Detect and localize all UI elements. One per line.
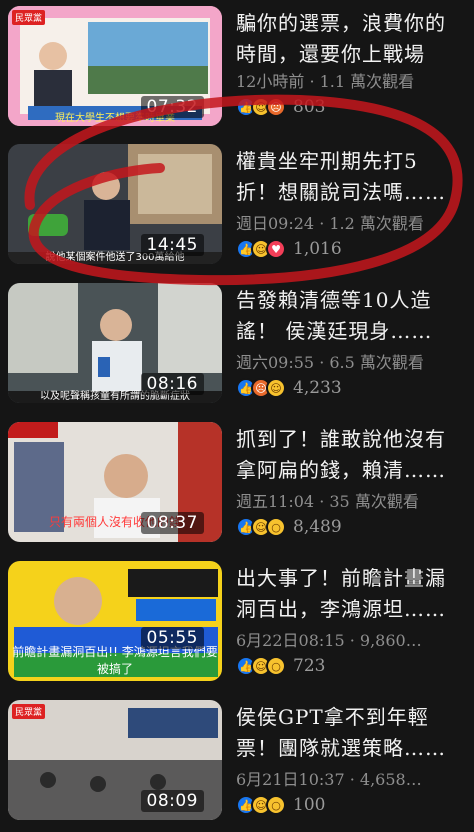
channel-badge: 民眾黨 [12, 704, 46, 719]
video-title[interactable]: 告發賴清德等10人造 謠！ 侯漢廷現身…… [236, 285, 468, 347]
video-meta: 週六09:55 · 6.5 萬次觀看 [236, 353, 424, 372]
video-duration: 07:32 [140, 96, 204, 118]
video-meta: 週五11:04 · 35 萬次觀看 [236, 492, 419, 511]
video-item[interactable]: 只有兩個人沒有收他的錢 08:37 抓到了！誰敢說他沒有 拿阿扁的錢，賴清…… … [0, 416, 474, 554]
video-meta: 6月21日10:37 · 4,658… [236, 770, 422, 789]
reaction-bar[interactable]: 👍 ☺ ○ 8,489 [236, 516, 342, 538]
video-item[interactable]: 民眾黨 現在大學生不想要準時畢業 07:32 騙你的選票，浪費你的 時間，還要你… [0, 0, 474, 138]
video-title[interactable]: 權貴坐牢刑期先打5 折！想關說司法嗎…… [236, 146, 468, 208]
reaction-count: 723 [293, 656, 326, 676]
video-duration: 14:45 [140, 234, 204, 256]
wow-icon: ○ [266, 656, 286, 676]
reaction-count: 1,016 [293, 239, 342, 259]
video-title[interactable]: 抓到了！誰敢說他沒有 拿阿扁的錢，賴清…… [236, 424, 468, 486]
video-thumbnail[interactable]: 以及呢聲稱孩童有所謂的脆斷症狀 08:16 [8, 283, 222, 403]
reaction-bar[interactable]: 👍 ☺ ○ 723 [236, 655, 325, 677]
video-meta: 週日09:24 · 1.2 萬次觀看 [236, 214, 424, 233]
video-thumbnail[interactable]: 前瞻計畫漏洞百出!! 李鴻源坦言我們要被搞了 05:55 [8, 561, 222, 681]
video-title[interactable]: 侯侯GPT拿不到年輕 票！團隊就選策略…… [236, 702, 468, 764]
reaction-count: 100 [293, 795, 326, 815]
video-item[interactable]: 以及呢聲稱孩童有所謂的脆斷症狀 08:16 告發賴清德等10人造 謠！ 侯漢廷現… [0, 277, 474, 415]
reaction-count: 8,489 [293, 517, 342, 537]
video-thumbnail[interactable]: 民眾黨 現在大學生不想要準時畢業 07:32 [8, 6, 222, 126]
love-icon: ♥ [266, 239, 286, 259]
video-title[interactable]: 出大事了！前瞻計畫漏 洞百出，李鴻源坦…… [236, 563, 468, 625]
reaction-count: 803 [293, 97, 326, 117]
haha-icon: ☺ [266, 378, 286, 398]
reaction-count: 4,233 [293, 378, 342, 398]
reaction-bar[interactable]: 👍 ☺ ☹ 803 [236, 96, 325, 118]
video-item[interactable]: 民眾黨 08:09 侯侯GPT拿不到年輕 票！團隊就選策略…… 6月21日10:… [0, 694, 474, 832]
video-meta: 12小時前 · 1.1 萬次觀看 [236, 72, 415, 91]
video-title[interactable]: 騙你的選票，浪費你的 時間，還要你上戰場 [236, 8, 468, 70]
video-duration: 08:09 [140, 790, 204, 812]
video-duration: 08:37 [140, 512, 204, 534]
video-thumbnail[interactable]: 民眾黨 08:09 [8, 700, 222, 820]
reaction-bar[interactable]: 👍 ☺ ♥ 1,016 [236, 238, 342, 260]
reaction-bar[interactable]: 👍 ☹ ☺ 4,233 [236, 377, 342, 399]
angry-icon: ☹ [266, 97, 286, 117]
reaction-bar[interactable]: 👍 ☺ ○ 100 [236, 794, 325, 816]
wow-icon: ○ [266, 517, 286, 537]
video-duration: 08:16 [140, 373, 204, 395]
channel-badge: 民眾黨 [12, 10, 46, 25]
video-duration: 05:55 [140, 627, 204, 649]
video-thumbnail[interactable]: 說他某個案件他送了300萬給他 14:45 [8, 144, 222, 264]
video-thumbnail[interactable]: 只有兩個人沒有收他的錢 08:37 [8, 422, 222, 542]
video-item[interactable]: 說他某個案件他送了300萬給他 14:45 權貴坐牢刑期先打5 折！想關說司法嗎… [0, 138, 474, 276]
wow-icon: ○ [266, 795, 286, 815]
video-item[interactable]: 前瞻計畫漏洞百出!! 李鴻源坦言我們要被搞了 05:55 出大事了！前瞻計畫漏 … [0, 555, 474, 693]
video-meta: 6月22日08:15 · 9,860… [236, 631, 422, 650]
